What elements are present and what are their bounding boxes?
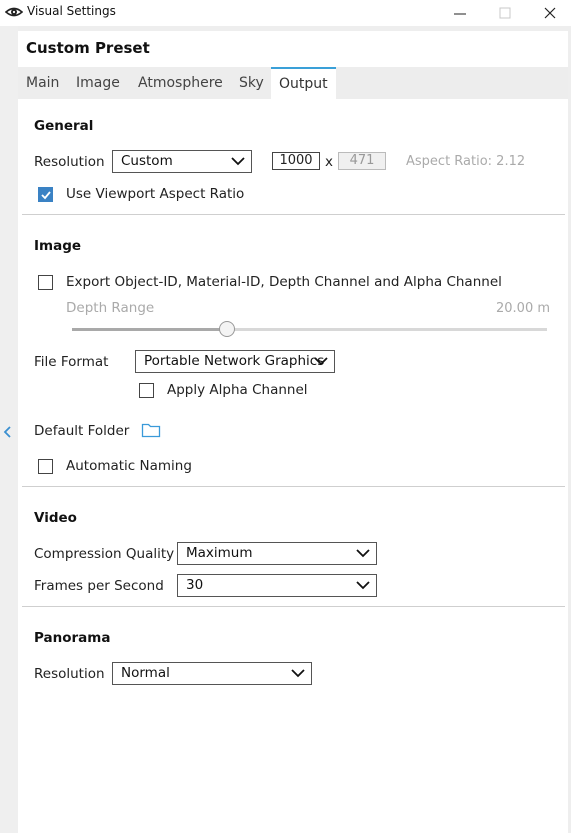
folder-icon[interactable]: [141, 422, 161, 438]
image-heading: Image: [34, 238, 82, 254]
tab-main[interactable]: Main: [18, 67, 67, 99]
width-input[interactable]: 1000: [272, 152, 320, 170]
depth-range-label: Depth Range: [66, 300, 155, 316]
use-viewport-label: Use Viewport Aspect Ratio: [66, 186, 245, 202]
file-format-label: File Format: [34, 354, 109, 370]
compression-quality-select-value: Maximum: [186, 545, 253, 561]
eye-icon: [4, 3, 24, 21]
panorama-resolution-select-value: Normal: [121, 665, 170, 681]
maximize-icon: [499, 7, 511, 19]
divider: [22, 606, 565, 607]
compression-quality-label: Compression Quality: [34, 546, 175, 562]
depth-range-slider-thumb[interactable]: [219, 321, 235, 337]
depth-range-value: 20.00 m: [496, 301, 551, 316]
chevron-down-icon: [314, 357, 328, 366]
close-icon: [544, 7, 556, 19]
chevron-down-icon: [231, 157, 245, 166]
times-symbol: x: [325, 154, 333, 170]
collapse-chevron-left-icon[interactable]: [2, 424, 14, 440]
chevron-down-icon: [291, 669, 305, 678]
resolution-select-value: Custom: [121, 153, 173, 169]
default-folder-label: Default Folder: [34, 423, 130, 439]
use-viewport-checkbox[interactable]: [38, 187, 53, 202]
minimize-icon: [454, 13, 466, 15]
minimize-button[interactable]: [437, 0, 483, 26]
height-input[interactable]: 471: [338, 152, 386, 170]
panorama-resolution-select[interactable]: Normal: [112, 662, 312, 685]
resolution-label: Resolution: [34, 154, 105, 170]
apply-alpha-checkbox[interactable]: [139, 383, 154, 398]
depth-range-slider-fill: [72, 328, 228, 331]
preset-title: Custom Preset: [26, 39, 150, 57]
automatic-naming-label: Automatic Naming: [66, 458, 192, 474]
close-button[interactable]: [527, 0, 571, 26]
divider: [22, 214, 565, 215]
export-channels-label: Export Object-ID, Material-ID, Depth Cha…: [66, 274, 502, 290]
window-title: Visual Settings: [27, 4, 116, 18]
fps-select-value: 30: [186, 577, 204, 593]
chevron-down-icon: [356, 581, 370, 590]
file-format-select[interactable]: Portable Network Graphics: [135, 350, 335, 373]
maximize-button[interactable]: [482, 0, 528, 26]
tab-sky[interactable]: Sky: [231, 67, 272, 99]
compression-quality-select[interactable]: Maximum: [177, 542, 377, 565]
video-heading: Video: [34, 510, 77, 526]
checkmark-icon: [41, 191, 51, 200]
resolution-select[interactable]: Custom: [112, 150, 252, 173]
tab-image[interactable]: Image: [68, 67, 128, 99]
chevron-down-icon: [356, 549, 370, 558]
divider: [22, 486, 565, 487]
export-channels-checkbox[interactable]: [38, 275, 53, 290]
general-heading: General: [34, 118, 94, 134]
fps-label: Frames per Second: [34, 578, 164, 594]
file-format-select-value: Portable Network Graphics: [144, 353, 325, 369]
tab-output[interactable]: Output: [271, 67, 336, 99]
fps-select[interactable]: 30: [177, 574, 377, 597]
aspect-ratio-text: Aspect Ratio: 2.12: [406, 154, 526, 169]
apply-alpha-label: Apply Alpha Channel: [167, 382, 308, 398]
panorama-heading: Panorama: [34, 630, 111, 646]
panorama-resolution-label: Resolution: [34, 666, 105, 682]
tab-atmosphere[interactable]: Atmosphere: [130, 67, 231, 99]
automatic-naming-checkbox[interactable]: [38, 459, 53, 474]
